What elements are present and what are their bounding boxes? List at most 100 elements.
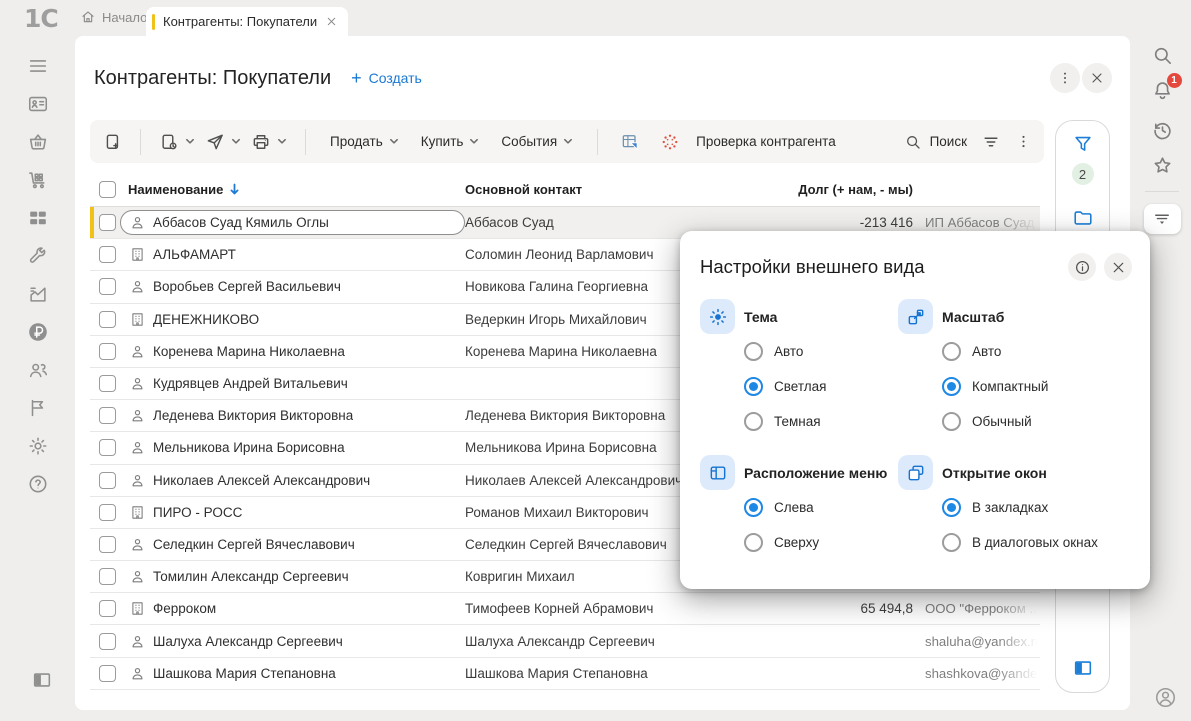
row-name-cell[interactable]: Селедкин Сергей Вячеславович (120, 532, 465, 557)
row-checkbox[interactable] (99, 375, 116, 392)
row-checkbox[interactable] (99, 665, 116, 682)
row-checkbox[interactable] (99, 214, 116, 231)
row-name-cell[interactable]: Кудрявцев Андрей Витальевич (120, 371, 465, 396)
tab-close-icon[interactable] (325, 15, 338, 28)
filter-lines-icon[interactable] (981, 132, 1001, 152)
table-row[interactable]: Шашкова Мария СтепановнаШашкова Мария Ст… (90, 658, 1040, 690)
copy-icon[interactable] (102, 132, 122, 152)
radio-unselected[interactable] (744, 412, 763, 431)
row-name-cell[interactable]: Коренева Марина Николаевна (120, 339, 465, 364)
send-button[interactable] (205, 132, 241, 152)
sell-menu[interactable]: Продать (330, 134, 399, 149)
row-checkbox[interactable] (99, 633, 116, 650)
radio-unselected[interactable] (942, 342, 961, 361)
radio-option[interactable]: Слева (744, 498, 898, 517)
radio-selected[interactable] (744, 498, 763, 517)
search-icon[interactable] (1151, 44, 1174, 67)
counterparty-check-label[interactable]: Проверка контрагента (696, 134, 836, 149)
row-checkbox[interactable] (99, 568, 116, 585)
funnel-icon[interactable] (1072, 133, 1094, 155)
radio-selected[interactable] (744, 377, 763, 396)
row-checkbox[interactable] (99, 536, 116, 553)
row-name-cell[interactable]: Аббасов Суад Кямиль Оглы (120, 210, 465, 235)
contacts-icon[interactable] (27, 93, 49, 115)
row-name-cell[interactable]: ПИРО - РОСС (120, 500, 465, 525)
row-checkbox[interactable] (99, 439, 116, 456)
row-checkbox[interactable] (99, 600, 116, 617)
radio-selected[interactable] (942, 498, 961, 517)
history-icon[interactable] (1151, 119, 1174, 142)
radio-selected[interactable] (942, 377, 961, 396)
table-row[interactable]: Шалуха Александр СергеевичШалуха Алексан… (90, 625, 1040, 657)
radio-option[interactable]: Обычный (942, 412, 1130, 431)
folder-icon[interactable] (1072, 207, 1094, 229)
row-name-cell[interactable]: Николаев Алексей Александрович (120, 468, 465, 493)
new-doc-button[interactable] (159, 132, 195, 152)
row-checkbox[interactable] (99, 311, 116, 328)
column-contact[interactable]: Основной контакт (465, 182, 715, 197)
basket-icon[interactable] (27, 131, 49, 153)
counterparty-check-icon[interactable] (660, 132, 680, 152)
column-debt[interactable]: Долг (+ нам, - мы) (715, 182, 913, 197)
radio-unselected[interactable] (744, 342, 763, 361)
row-name-cell[interactable]: АЛЬФАМАРТ (120, 242, 465, 267)
dialog-info-button[interactable] (1068, 253, 1096, 281)
dialog-close-button[interactable] (1104, 253, 1132, 281)
notifications-button[interactable]: 1 (1151, 79, 1174, 107)
radio-option[interactable]: В диалоговых окнах (942, 533, 1130, 552)
people-icon[interactable] (27, 359, 49, 381)
radio-option[interactable]: Авто (942, 342, 1130, 361)
buy-menu[interactable]: Купить (421, 134, 480, 149)
radio-option[interactable]: Темная (744, 412, 898, 431)
table-row[interactable]: ФеррокомТимофеев Корней Абрамович65 494,… (90, 593, 1040, 625)
menu-icon[interactable] (27, 55, 49, 77)
radio-option[interactable]: Светлая (744, 377, 898, 396)
row-name-cell[interactable]: Мельникова Ирина Борисовна (120, 435, 465, 460)
row-checkbox[interactable] (99, 472, 116, 489)
panel-toggle-blue-icon[interactable] (1072, 657, 1094, 679)
radio-unselected[interactable] (744, 533, 763, 552)
create-button[interactable]: + Создать (351, 69, 422, 87)
row-checkbox[interactable] (99, 246, 116, 263)
table-header[interactable]: Наименование Основной контакт Долг (+ на… (90, 172, 1040, 207)
radio-unselected[interactable] (942, 412, 961, 431)
panel-toggle-icon[interactable] (31, 669, 53, 691)
radio-option[interactable]: Сверху (744, 533, 898, 552)
radio-option[interactable]: Авто (744, 342, 898, 361)
apps-icon[interactable] (27, 207, 49, 229)
tab-counterparties[interactable]: Контрагенты: Покупатели (146, 7, 348, 36)
events-menu[interactable]: События (501, 134, 573, 149)
cart-icon[interactable] (27, 169, 49, 191)
row-name-cell[interactable]: ДЕНЕЖНИКОВО (120, 307, 465, 332)
functions-menu-button[interactable] (1144, 204, 1181, 234)
radio-option[interactable]: В закладках (942, 498, 1130, 517)
print-button[interactable] (251, 132, 287, 152)
flag-icon[interactable] (27, 397, 49, 419)
tools-icon[interactable] (27, 245, 49, 267)
select-all-checkbox[interactable] (99, 181, 116, 198)
row-checkbox[interactable] (99, 407, 116, 424)
search-button[interactable]: Поиск (904, 133, 967, 151)
more-icon[interactable] (1015, 133, 1032, 150)
radio-option[interactable]: Компактный (942, 377, 1130, 396)
row-name-cell[interactable]: Шашкова Мария Степановна (120, 661, 465, 686)
column-name[interactable]: Наименование (128, 182, 223, 197)
row-name-cell[interactable]: Томилин Александр Сергеевич (120, 564, 465, 589)
favorites-icon[interactable] (1151, 154, 1174, 177)
radio-unselected[interactable] (942, 533, 961, 552)
home-tab[interactable]: Начало (80, 9, 147, 25)
page-close-button[interactable] (1082, 63, 1112, 93)
production-icon[interactable] (27, 283, 49, 305)
account-icon[interactable] (1153, 685, 1178, 710)
settings-icon[interactable] (27, 435, 49, 457)
row-name-cell[interactable]: Шалуха Александр Сергеевич (120, 629, 465, 654)
help-icon[interactable] (27, 473, 49, 495)
row-checkbox[interactable] (99, 278, 116, 295)
money-icon[interactable] (27, 321, 49, 343)
row-name-cell[interactable]: Воробьев Сергей Васильевич (120, 274, 465, 299)
export-list-icon[interactable] (620, 132, 640, 152)
row-name-cell[interactable]: Ферроком (120, 596, 465, 621)
row-name-cell[interactable]: Леденева Виктория Викторовна (120, 403, 465, 428)
row-checkbox[interactable] (99, 343, 116, 360)
row-checkbox[interactable] (99, 504, 116, 521)
